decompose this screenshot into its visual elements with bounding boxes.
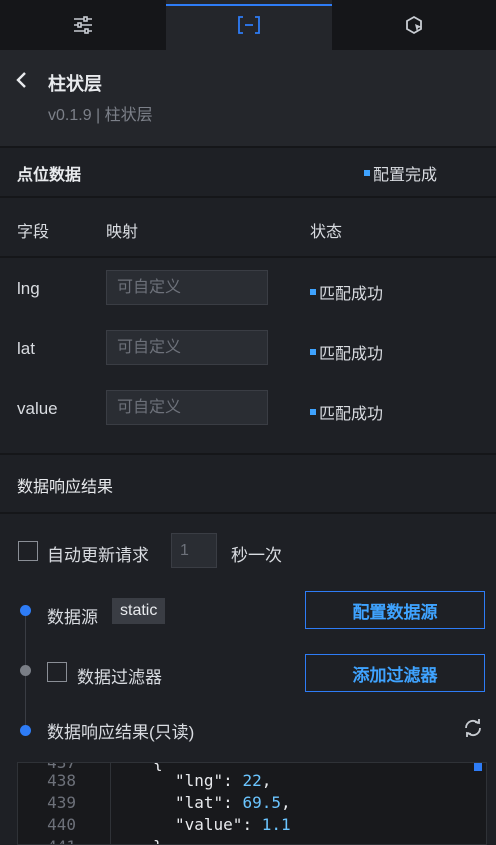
tab-style[interactable]	[0, 0, 166, 50]
divider	[0, 453, 496, 455]
status-dot	[310, 349, 316, 355]
code-number: 69.5	[242, 793, 281, 812]
code-line: 441 }	[18, 837, 486, 844]
back-chevron-icon[interactable]	[14, 70, 30, 90]
line-number: 440	[47, 815, 76, 834]
auto-update-label: 自动更新请求	[47, 546, 149, 565]
layer-title: 柱状层	[48, 74, 102, 94]
filter-checkbox[interactable]	[47, 662, 67, 682]
data-filter-label: 数据过滤器	[77, 668, 162, 687]
code-line: 438 "lng": 22,	[18, 771, 486, 791]
divider	[0, 146, 496, 148]
tab-interaction[interactable]	[332, 0, 496, 50]
field-lat-status: 匹配成功	[310, 340, 383, 364]
field-lat-label: lat	[17, 339, 35, 358]
interval-input[interactable]: 1	[171, 533, 217, 568]
bracket-icon	[238, 16, 260, 34]
refresh-icon[interactable]	[462, 717, 484, 739]
field-lng-status: 匹配成功	[310, 280, 383, 304]
line-number: 441	[38, 837, 76, 844]
code-line: 439 "lat": 69.5,	[18, 793, 486, 813]
timeline-dot-filter	[20, 665, 31, 676]
line-number: 439	[47, 793, 76, 812]
col-status: 状态	[310, 224, 343, 241]
config-status: 配置完成	[364, 161, 437, 185]
layer-version: v0.1.9 | 柱状层	[48, 107, 153, 124]
field-lat-status-text: 匹配成功	[319, 346, 384, 363]
add-filter-button[interactable]: 添加过滤器	[305, 654, 485, 692]
code-number: 1.1	[261, 815, 291, 834]
sliders-icon	[74, 16, 92, 34]
field-value-mapping-input[interactable]: 可自定义	[106, 390, 268, 425]
response-section-title: 数据响应结果	[17, 479, 114, 496]
response-code-viewer[interactable]: 437 { 438 "lng": 22, 439 "lat": 69.5, 44…	[17, 762, 487, 845]
col-field: 字段	[17, 224, 50, 241]
status-dot	[310, 289, 316, 295]
code-line: 440 "value": 1.1	[18, 815, 486, 835]
interval-unit: 秒一次	[231, 546, 282, 565]
divider	[0, 256, 496, 258]
auto-update-checkbox[interactable]	[18, 541, 38, 561]
field-lng-status-text: 匹配成功	[319, 286, 384, 303]
status-dot	[310, 409, 316, 415]
config-data-source-button[interactable]: 配置数据源	[305, 591, 485, 629]
tab-data[interactable]	[166, 0, 332, 50]
config-status-text: 配置完成	[373, 167, 438, 184]
code-key: "lng"	[175, 771, 224, 790]
divider	[0, 196, 496, 198]
code-text: }	[153, 837, 163, 844]
code-number: 22	[242, 771, 262, 790]
data-source-tag: static	[112, 598, 166, 624]
field-lng-mapping-input[interactable]: 可自定义	[106, 270, 268, 305]
response-result-label: 数据响应结果(只读)	[47, 723, 195, 742]
code-key: "value"	[175, 815, 243, 834]
field-lng-label: lng	[17, 279, 40, 298]
col-mapping: 映射	[106, 224, 139, 241]
interaction-icon	[406, 15, 422, 35]
field-value-label: value	[17, 399, 58, 418]
timeline-dot-source	[20, 605, 31, 616]
data-source-label: 数据源	[47, 608, 98, 627]
field-lat-mapping-input[interactable]: 可自定义	[106, 330, 268, 365]
panel-tabs	[0, 0, 496, 50]
point-data-title: 点位数据	[17, 167, 82, 184]
layer-header	[0, 50, 496, 146]
status-dot	[364, 170, 370, 176]
code-key: "lat"	[175, 793, 224, 812]
timeline-dot-result	[20, 725, 31, 736]
line-number: 438	[47, 771, 76, 790]
field-value-status: 匹配成功	[310, 400, 383, 424]
divider	[0, 512, 496, 514]
field-value-status-text: 匹配成功	[319, 406, 384, 423]
